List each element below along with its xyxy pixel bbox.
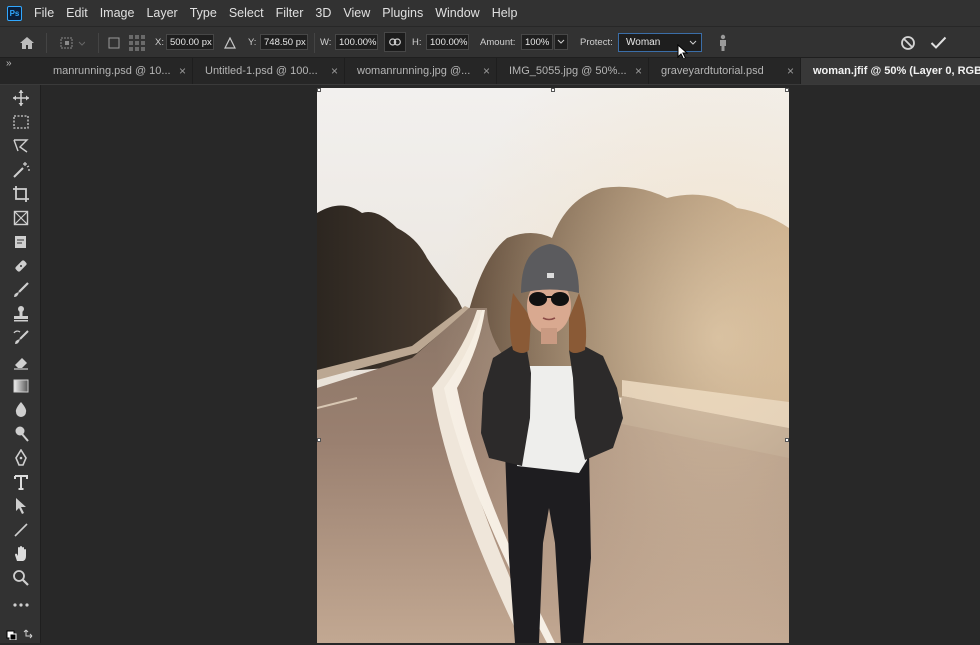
eyedropper-icon[interactable]: [10, 232, 32, 252]
path-selection-icon[interactable]: [10, 496, 32, 516]
w-label: W:: [320, 37, 332, 48]
woman-on-road-photo: [317, 88, 789, 643]
dodge-icon[interactable]: [10, 424, 32, 444]
document-tab[interactable]: womanrunning.jpg @... ×: [345, 58, 497, 84]
document-tab[interactable]: IMG_5055.jpg @ 50%... ×: [497, 58, 649, 84]
chevron-down-icon: [689, 40, 697, 45]
hand-icon[interactable]: [10, 544, 32, 564]
document-tab-active[interactable]: woman.jfif @ 50% (Layer 0, RGB/8: [801, 58, 980, 84]
transform-handle[interactable]: [551, 88, 555, 92]
tab-label: Untitled-1.psd @ 100...: [205, 65, 318, 77]
amount-field[interactable]: 100%: [521, 34, 553, 50]
zoom-icon[interactable]: [10, 568, 32, 588]
canvas-area[interactable]: [41, 85, 980, 643]
document-tab[interactable]: manrunning.psd @ 10... ×: [41, 58, 193, 84]
relative-position-icon[interactable]: [224, 27, 236, 58]
menu-view[interactable]: View: [343, 6, 370, 20]
photoshop-logo: Ps: [7, 5, 22, 21]
menu-edit[interactable]: Edit: [66, 6, 88, 20]
tab-label: graveyardtutorial.psd: [661, 65, 764, 77]
chevron-down-icon: [557, 39, 565, 44]
transform-handle[interactable]: [317, 438, 321, 442]
document-tab-bar: » manrunning.psd @ 10... × Untitled-1.ps…: [0, 58, 980, 85]
menu-select[interactable]: Select: [229, 6, 264, 20]
frame-icon[interactable]: [10, 208, 32, 228]
transform-handle[interactable]: [785, 438, 789, 442]
x-position-field[interactable]: 500.00 px: [166, 34, 214, 50]
y-label: Y:: [248, 37, 257, 48]
protect-skin-tones-icon[interactable]: [716, 27, 730, 58]
menu-help[interactable]: Help: [492, 6, 518, 20]
menu-type[interactable]: Type: [190, 6, 217, 20]
divider: [98, 33, 99, 53]
document-image[interactable]: [317, 88, 789, 643]
more-tools-icon[interactable]: [10, 595, 32, 615]
height-field[interactable]: 100.00%: [426, 34, 469, 50]
close-icon[interactable]: ×: [787, 64, 794, 78]
divider: [314, 33, 315, 53]
h-label: H:: [412, 37, 422, 48]
reference-checkbox[interactable]: [108, 27, 120, 58]
options-bar: X: 500.00 px Y: 748.50 px W: 100.00% H: …: [0, 26, 980, 60]
menu-file[interactable]: File: [34, 6, 54, 20]
close-icon[interactable]: ×: [179, 64, 186, 78]
link-icon[interactable]: [384, 32, 406, 52]
document-tab[interactable]: Untitled-1.psd @ 100... ×: [193, 58, 345, 84]
panel-collapse-icon[interactable]: »: [6, 58, 12, 69]
tab-label: IMG_5055.jpg @ 50%...: [509, 65, 627, 77]
menu-bar: Ps File Edit Image Layer Type Select Fil…: [0, 0, 980, 26]
document-tab[interactable]: graveyardtutorial.psd ×: [649, 58, 801, 84]
tab-label: manrunning.psd @ 10...: [53, 65, 171, 77]
gradient-icon[interactable]: [10, 376, 32, 396]
menu-plugins[interactable]: Plugins: [382, 6, 423, 20]
menu-filter[interactable]: Filter: [276, 6, 304, 20]
x-label: X:: [155, 37, 164, 48]
menu-3d[interactable]: 3D: [315, 6, 331, 20]
home-icon[interactable]: [18, 27, 36, 58]
type-icon[interactable]: [10, 472, 32, 492]
move-tool-icon[interactable]: [10, 88, 32, 108]
line-tool-icon[interactable]: [10, 520, 32, 540]
blur-icon[interactable]: [10, 400, 32, 420]
lasso-icon[interactable]: [10, 136, 32, 156]
protect-label: Protect:: [580, 37, 613, 48]
cancel-icon[interactable]: [900, 27, 916, 58]
commit-check-icon[interactable]: [930, 27, 947, 58]
rectangular-marquee-icon[interactable]: [10, 112, 32, 132]
close-icon[interactable]: ×: [331, 64, 338, 78]
color-swatches-icon[interactable]: [6, 626, 36, 641]
width-field[interactable]: 100.00%: [335, 34, 378, 50]
magic-wand-icon[interactable]: [10, 160, 32, 180]
protect-select[interactable]: Woman: [618, 33, 702, 52]
amount-dropdown-button[interactable]: [554, 34, 568, 50]
history-brush-icon[interactable]: [10, 328, 32, 348]
crop-icon[interactable]: [10, 184, 32, 204]
protect-select-value: Woman: [626, 37, 661, 48]
y-position-field[interactable]: 748.50 px: [260, 34, 308, 50]
tools-panel: [0, 85, 41, 643]
amount-label: Amount:: [480, 37, 516, 48]
menu-layer[interactable]: Layer: [146, 6, 177, 20]
close-icon[interactable]: ×: [483, 64, 490, 78]
clone-stamp-icon[interactable]: [10, 304, 32, 324]
healing-brush-icon[interactable]: [10, 256, 32, 276]
transform-handle[interactable]: [317, 88, 321, 92]
menu-window[interactable]: Window: [435, 6, 479, 20]
tab-label: womanrunning.jpg @...: [357, 65, 471, 77]
tab-label: woman.jfif @ 50% (Layer 0, RGB/8: [813, 65, 980, 77]
transform-handle[interactable]: [785, 88, 789, 92]
reference-grid-icon[interactable]: [128, 27, 146, 58]
reference-point-icon[interactable]: [59, 27, 85, 58]
pen-icon[interactable]: [10, 448, 32, 468]
eraser-icon[interactable]: [10, 352, 32, 372]
brush-icon[interactable]: [10, 280, 32, 300]
close-icon[interactable]: ×: [635, 64, 642, 78]
divider: [46, 33, 47, 53]
menu-image[interactable]: Image: [100, 6, 135, 20]
